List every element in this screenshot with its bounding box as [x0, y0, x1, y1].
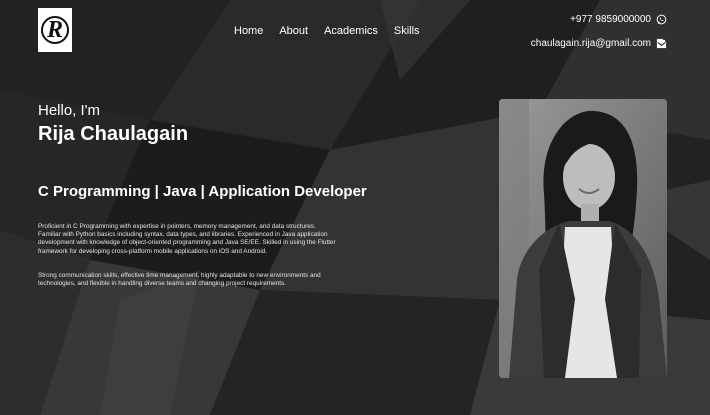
- main-nav: Home About Academics Skills: [234, 25, 420, 37]
- email-contact[interactable]: chaulagain.rija@gmail.com: [531, 38, 667, 49]
- greeting-text: Hello, I'm: [38, 102, 101, 119]
- role-headline: C Programming | Java | Application Devel…: [38, 183, 367, 200]
- profile-photo: [499, 99, 667, 378]
- bio-paragraph: Proficient in C Programming with experti…: [38, 223, 336, 255]
- person-name: Rija Chaulagain: [38, 123, 189, 145]
- whatsapp-icon: [656, 14, 667, 25]
- phone-contact[interactable]: +977 9859000000: [570, 14, 667, 25]
- nav-academics-link[interactable]: Academics: [324, 25, 378, 37]
- nav-home-link[interactable]: Home: [234, 25, 263, 37]
- soft-skills-paragraph: Strong communication skills, effective t…: [38, 272, 321, 288]
- logo-letter: R: [41, 16, 69, 44]
- nav-about-link[interactable]: About: [279, 25, 308, 37]
- site-logo[interactable]: R: [38, 8, 72, 52]
- nav-skills-link[interactable]: Skills: [394, 25, 420, 37]
- mail-icon: [656, 38, 667, 49]
- email-address: chaulagain.rija@gmail.com: [530, 38, 651, 49]
- phone-number: +977 9859000000: [570, 14, 651, 25]
